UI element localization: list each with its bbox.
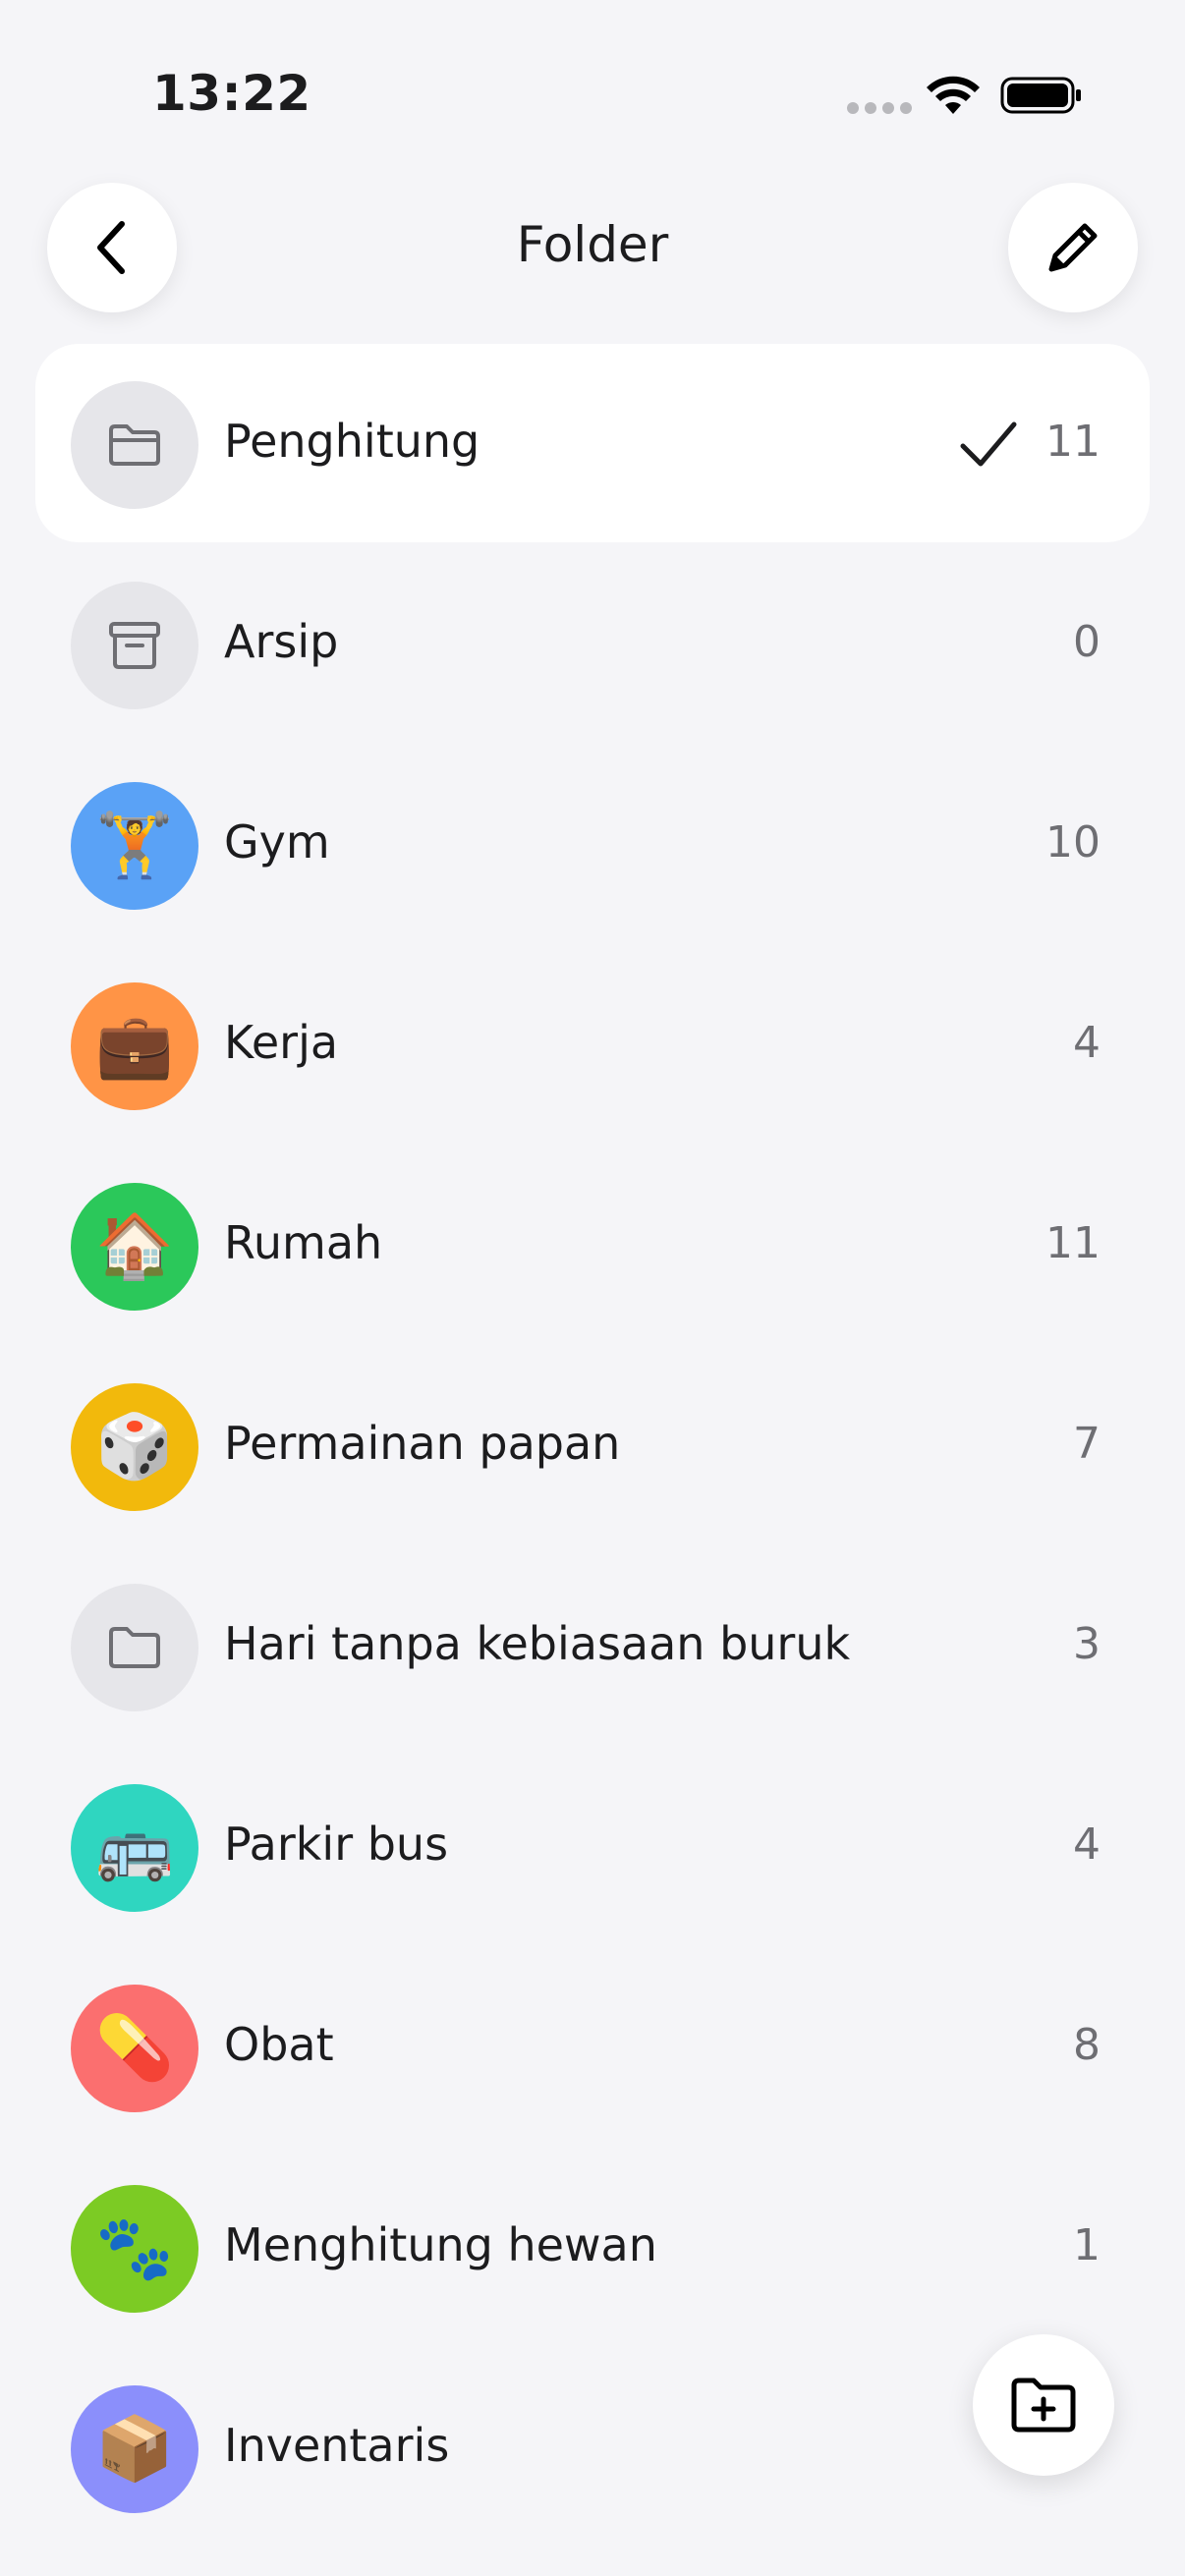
package-emoji-icon: 📦 [95,2413,174,2486]
folder-avatar: 🚌 [71,1784,198,1912]
folder-name: Hari tanpa kebiasaan buruk [224,1617,851,1670]
paw-prints-emoji-icon: 🐾 [95,2212,174,2285]
folder-avatar: 🎲 [71,1383,198,1511]
folder-row-obat[interactable]: 💊 Obat 8 [0,1947,1185,2148]
folder-avatar: 🐾 [71,2185,198,2313]
weightlifter-emoji-icon: 🏋️ [95,810,174,882]
folder-count: 4 [1073,1018,1100,1068]
folder-name: Permainan papan [224,1417,621,1470]
folder-name: Menghitung hewan [224,2218,657,2271]
folder-row-hari-tanpa-kebiasaan-buruk[interactable]: Hari tanpa kebiasaan buruk 3 [0,1546,1185,1747]
folder-count: 8 [1073,2020,1100,2070]
folder-count: 4 [1073,1820,1100,1870]
folder-name: Kerja [224,1016,339,1069]
folder-name: Rumah [224,1216,383,1269]
folder-row-menghitung-hewan[interactable]: 🐾 Menghitung hewan 1 [0,2148,1185,2348]
edit-button[interactable] [1008,183,1138,312]
folder-row-kerja[interactable]: 💼 Kerja 4 [0,945,1185,1146]
folder-count: 3 [1073,1619,1100,1669]
folder-row-parkir-bus[interactable]: 🚌 Parkir bus 4 [0,1747,1185,1947]
battery-icon [1000,77,1081,114]
status-bar: 13:22 [0,0,1185,196]
folder-row-rumah[interactable]: 🏠 Rumah 11 [0,1146,1185,1346]
folder-avatar [71,1584,198,1711]
folder-name: Arsip [224,615,339,668]
bus-emoji-icon: 🚌 [95,1812,174,1884]
nav-bar: Folder [0,177,1185,314]
folder-name: Parkir bus [224,1818,449,1871]
folder-avatar [71,381,198,509]
folder-avatar: 💊 [71,1985,198,2112]
pill-emoji-icon: 💊 [95,2012,174,2085]
folder-icon [109,1627,160,1668]
folder-count: 10 [1045,817,1100,868]
folder-name: Penghitung [224,415,480,468]
folder-row-gym[interactable]: 🏋️ Gym 10 [0,745,1185,945]
wifi-icon [927,76,980,114]
folder-avatar [71,582,198,709]
dice-emoji-icon: 🎲 [95,1411,174,1484]
house-emoji-icon: 🏠 [95,1210,174,1283]
checkmark-icon [960,421,1017,467]
folder-name: Gym [224,815,330,868]
folder-avatar: 💼 [71,982,198,1110]
folder-count: 11 [1045,1218,1100,1268]
folder-icon [109,424,160,466]
status-time: 13:22 [152,65,311,122]
folder-row-penghitung[interactable]: Penghitung 11 [0,344,1185,544]
folder-avatar: 🏋️ [71,782,198,910]
briefcase-emoji-icon: 💼 [95,1010,174,1083]
cellular-signal-icon [847,102,912,114]
folder-avatar: 📦 [71,2385,198,2513]
folder-row-permainan-papan[interactable]: 🎲 Permainan papan 7 [0,1346,1185,1546]
archive-icon [109,622,160,669]
folder-count: 7 [1073,1419,1100,1469]
folder-list: Penghitung 11 Arsip 0 🏋️ Gym 10 💼 Kerja … [0,344,1185,2548]
folder-plus-icon [1011,2378,1076,2433]
add-folder-button[interactable] [973,2334,1114,2476]
pencil-icon [1048,223,1098,272]
folder-count: 11 [1045,417,1100,467]
folder-avatar: 🏠 [71,1183,198,1311]
folder-count: 1 [1073,2220,1100,2270]
folder-row-arsip[interactable]: Arsip 0 [0,544,1185,745]
folder-count: 0 [1073,617,1100,667]
folder-name: Obat [224,2018,334,2071]
folder-name: Inventaris [224,2419,450,2472]
